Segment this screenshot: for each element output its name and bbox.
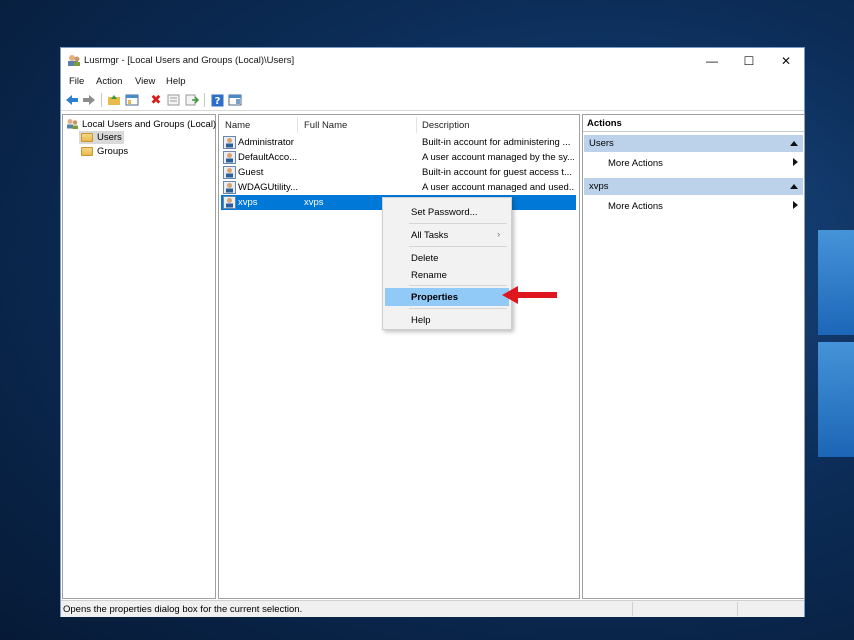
menu-item-label: Set Password... xyxy=(411,207,478,218)
users-groups-icon xyxy=(67,119,78,129)
export-list-icon[interactable] xyxy=(185,93,199,107)
table-row[interactable]: Guest Built-in account for guest access … xyxy=(221,165,576,180)
menu-separator xyxy=(409,285,507,286)
status-divider xyxy=(737,602,738,616)
users-list-pane: Name Full Name Description Administrator… xyxy=(218,114,580,599)
users-app-icon xyxy=(68,55,80,66)
svg-text:?: ? xyxy=(214,96,220,107)
maximize-icon: ☐ xyxy=(743,54,755,68)
user-description: Built-in account for administering ... xyxy=(422,137,571,148)
more-actions-link[interactable]: More Actions xyxy=(608,201,663,212)
column-header-name[interactable]: Name xyxy=(225,120,250,131)
collapse-icon[interactable] xyxy=(790,184,798,189)
submenu-arrow-icon: › xyxy=(497,229,501,240)
user-account-icon xyxy=(223,151,236,164)
actions-section-users[interactable]: Users xyxy=(584,135,803,152)
user-description: A user account managed by the sy... xyxy=(422,152,574,163)
actions-header-label: Actions xyxy=(587,118,622,129)
actions-pane: Actions Users More Actions xvps More Act… xyxy=(582,114,805,599)
up-folder-icon[interactable] xyxy=(107,93,121,107)
show-hide-tree-icon[interactable] xyxy=(125,93,139,107)
red-pointer-arrow-icon xyxy=(502,286,557,304)
actions-section-title: xvps xyxy=(589,181,609,192)
tree-root-node[interactable]: Local Users and Groups (Local) xyxy=(66,118,216,130)
menu-item-label: Help xyxy=(411,315,431,326)
toolbar-separator xyxy=(204,93,205,107)
user-account-icon xyxy=(223,196,236,209)
folder-icon xyxy=(81,133,93,142)
status-bar: Opens the properties dialog box for the … xyxy=(61,600,804,617)
menu-separator xyxy=(409,223,507,224)
menu-item-help[interactable]: Help xyxy=(385,311,509,329)
table-row[interactable]: Administrator Built-in account for admin… xyxy=(221,135,576,150)
menu-separator xyxy=(409,308,507,309)
title-bar: Lusrmgr - [Local Users and Groups (Local… xyxy=(61,48,804,74)
menu-item-all-tasks[interactable]: All Tasks › xyxy=(385,226,509,244)
delete-icon[interactable]: ✖ xyxy=(149,93,163,107)
menu-item-label: Delete xyxy=(411,253,439,264)
forward-arrow-icon[interactable] xyxy=(82,93,96,107)
user-name: Administrator xyxy=(238,137,294,148)
tree-root-label: Local Users and Groups (Local) xyxy=(82,118,217,130)
properties-icon[interactable] xyxy=(167,93,181,107)
lusrmgr-window: Lusrmgr - [Local Users and Groups (Local… xyxy=(60,47,805,617)
user-name: xvps xyxy=(238,197,258,208)
table-row[interactable]: DefaultAcco... A user account managed by… xyxy=(221,150,576,165)
user-name: Guest xyxy=(238,167,264,178)
help-icon[interactable]: ? xyxy=(210,93,224,107)
menu-item-properties[interactable]: Properties xyxy=(385,288,509,306)
tree-item-groups[interactable]: Groups xyxy=(79,145,130,158)
actions-header: Actions xyxy=(583,115,804,132)
collapse-icon[interactable] xyxy=(790,141,798,146)
menu-file[interactable]: File xyxy=(69,76,84,87)
menu-help[interactable]: Help xyxy=(166,76,186,87)
tree-item-groups-label: Groups xyxy=(97,146,129,157)
menu-item-rename[interactable]: Rename xyxy=(385,266,509,284)
window-title: Lusrmgr - [Local Users and Groups (Local… xyxy=(84,55,295,66)
user-name: DefaultAcco... xyxy=(238,152,298,163)
menu-item-label: Properties xyxy=(411,292,458,303)
user-account-icon xyxy=(223,136,236,149)
tree-item-users[interactable]: Users xyxy=(79,131,124,144)
maximize-button[interactable]: ☐ xyxy=(731,48,767,74)
menu-separator xyxy=(409,246,507,247)
submenu-arrow-icon xyxy=(793,158,798,166)
toolbar: ✖ ? xyxy=(61,90,804,111)
actions-section-xvps[interactable]: xvps xyxy=(584,178,803,195)
menu-item-label: Rename xyxy=(411,270,447,281)
toolbar-separator xyxy=(101,93,102,107)
table-row[interactable]: WDAGUtility... A user account managed an… xyxy=(221,180,576,195)
user-account-icon xyxy=(223,181,236,194)
submenu-arrow-icon xyxy=(793,201,798,209)
status-divider xyxy=(632,602,633,616)
tree-item-users-label: Users xyxy=(97,132,122,143)
tree-pane: Local Users and Groups (Local) Users Gro… xyxy=(62,114,216,599)
more-actions-link[interactable]: More Actions xyxy=(608,158,663,169)
column-divider[interactable] xyxy=(416,117,417,133)
minimize-button[interactable]: — xyxy=(694,48,730,74)
menu-item-label: All Tasks xyxy=(411,230,449,241)
minimize-icon: — xyxy=(706,54,718,68)
show-hide-action-pane-icon[interactable] xyxy=(228,93,242,107)
user-account-icon xyxy=(223,166,236,179)
user-name: WDAGUtility... xyxy=(238,182,298,193)
folder-icon xyxy=(81,147,93,156)
menu-view[interactable]: View xyxy=(135,76,155,87)
status-text: Opens the properties dialog box for the … xyxy=(63,604,303,615)
column-divider[interactable] xyxy=(297,117,298,133)
close-icon: ✕ xyxy=(780,54,792,68)
windows-logo-wallpaper xyxy=(804,220,854,480)
back-arrow-icon[interactable] xyxy=(65,93,79,107)
actions-section-title: Users xyxy=(589,138,614,149)
menu-bar: File Action View Help xyxy=(61,74,804,90)
menu-item-delete[interactable]: Delete xyxy=(385,249,509,267)
context-menu: Set Password... All Tasks › Delete Renam… xyxy=(382,197,512,330)
user-description: Built-in account for guest access t... xyxy=(422,167,572,178)
menu-item-set-password[interactable]: Set Password... xyxy=(385,203,509,221)
close-button[interactable]: ✕ xyxy=(768,48,804,74)
column-header-full-name[interactable]: Full Name xyxy=(304,120,347,131)
column-header-description[interactable]: Description xyxy=(422,120,470,131)
menu-action[interactable]: Action xyxy=(96,76,122,87)
user-description: A user account managed and used... xyxy=(422,182,574,193)
